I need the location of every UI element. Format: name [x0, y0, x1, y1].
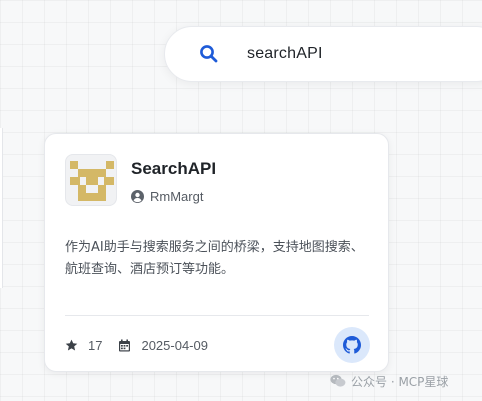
watermark: 公众号 · MCP星球: [330, 373, 448, 389]
adjacent-card-edge: [0, 128, 3, 288]
star-count: 17: [88, 337, 103, 353]
search-icon[interactable]: [199, 44, 219, 64]
star-icon: [65, 339, 78, 352]
searchapi-logo: [65, 154, 117, 206]
wechat-icon: [330, 374, 346, 388]
divider: [65, 315, 369, 316]
user-circle-icon: [131, 189, 144, 203]
updated-date: 2025-04-09: [141, 337, 208, 353]
calendar-icon: [118, 339, 131, 352]
card-footer: 17 2025-04-09: [65, 336, 208, 354]
github-icon[interactable]: [343, 336, 361, 354]
card-description: 作为AI助手与搜索服务之间的桥梁，支持地图搜索、航班查询、酒店预订等功能。: [65, 240, 364, 277]
author: RmMargt: [131, 188, 203, 204]
search-bar[interactable]: searchAPI: [164, 26, 482, 82]
search-input[interactable]: searchAPI: [247, 45, 323, 63]
server-card[interactable]: SearchAPI RmMargt 作为AI助手与搜索服务之间的桥梁，支持地图搜…: [44, 133, 389, 372]
github-button[interactable]: [334, 327, 370, 363]
author-name: RmMargt: [150, 188, 204, 204]
watermark-text: 公众号 · MCP星球: [351, 374, 449, 389]
card-title[interactable]: SearchAPI: [131, 159, 216, 179]
